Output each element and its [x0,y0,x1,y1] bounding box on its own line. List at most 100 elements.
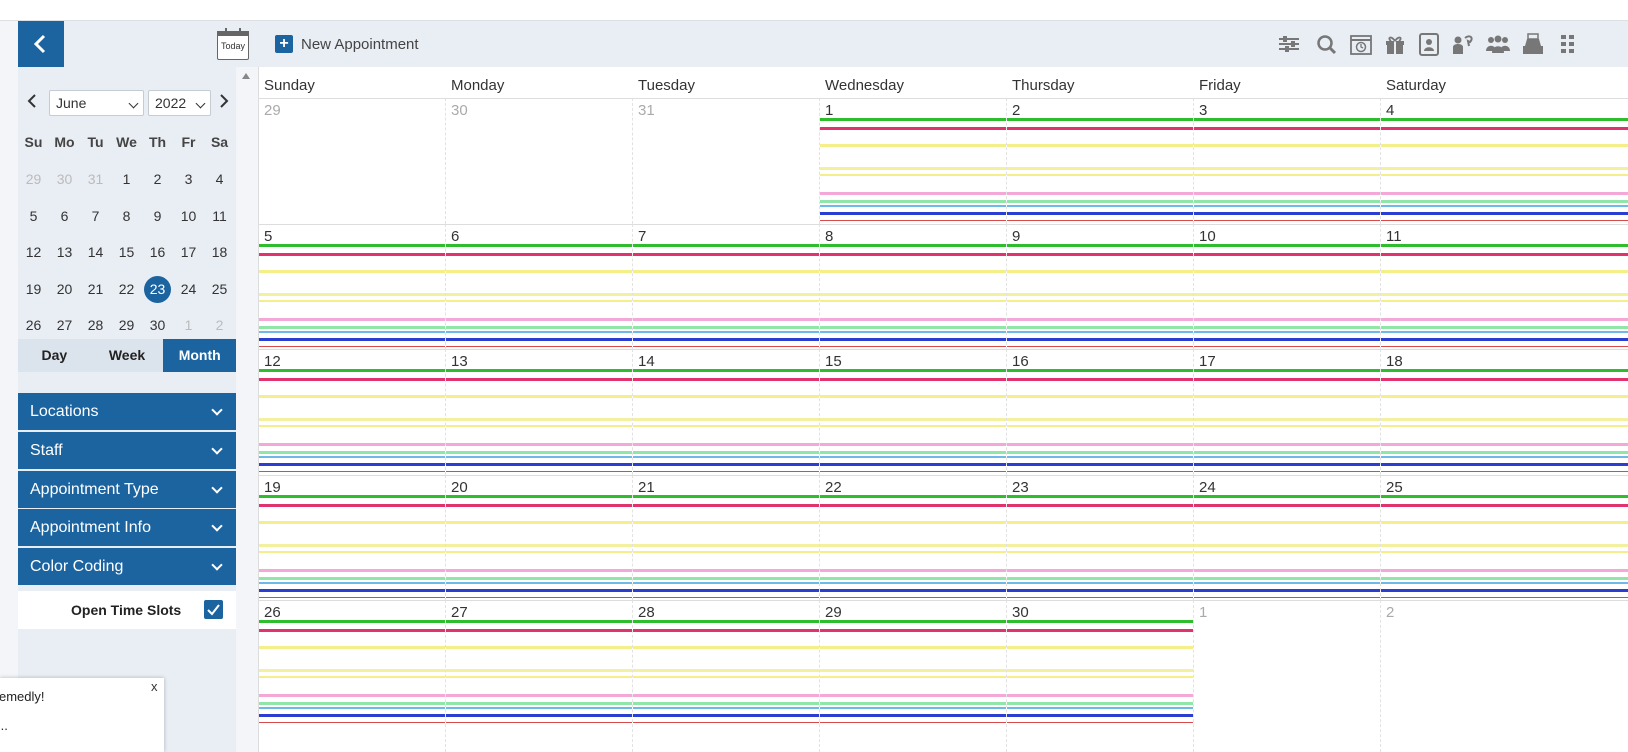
appointment-bar[interactable] [820,676,1006,678]
appointment-bar[interactable] [633,521,819,524]
mini-calendar-day[interactable]: 2 [142,165,173,193]
appointment-bar[interactable] [1194,451,1380,454]
appointment-bar[interactable] [1194,597,1380,598]
appointment-bar[interactable] [633,722,819,723]
calendar-day-cell[interactable]: 29 [820,600,1007,752]
appointment-bar[interactable] [1381,326,1628,329]
appointment-bar[interactable] [1194,521,1380,524]
appointment-bar[interactable] [633,669,819,672]
appointment-bar[interactable] [259,582,445,584]
appointment-bar[interactable] [820,463,1006,466]
appointment-bar[interactable] [259,714,445,717]
mini-calendar-day[interactable]: 6 [49,202,80,230]
mini-calendar-day[interactable]: 10 [173,202,204,230]
appointment-bar[interactable] [820,495,1006,498]
appointment-bar[interactable] [1007,346,1193,347]
appointment-bar[interactable] [633,676,819,678]
appointment-bar[interactable] [259,676,445,678]
calendar-day-cell[interactable]: 3 [1194,98,1381,224]
appointment-bar[interactable] [820,521,1006,524]
appointment-bar[interactable] [259,253,445,256]
appointment-bar[interactable] [633,338,819,341]
appointment-bar[interactable] [1007,212,1193,215]
tab-week[interactable]: Week [91,339,164,372]
appointment-bar[interactable] [1007,326,1193,329]
appointment-bar[interactable] [820,369,1006,372]
year-select[interactable]: 2022 [148,90,211,116]
calendar-day-cell[interactable]: 1 [1194,600,1381,752]
appointment-bar[interactable] [820,174,1006,176]
appointment-bar[interactable] [1007,620,1193,623]
appointment-bar[interactable] [633,471,819,472]
filter-appointment-type[interactable]: Appointment Type [18,471,236,508]
search-icon[interactable] [1314,32,1340,56]
appointment-bar[interactable] [820,629,1006,632]
appointment-bar[interactable] [1381,544,1628,547]
appointment-bar[interactable] [446,253,632,256]
appointment-bar[interactable] [259,471,445,472]
appointment-bar[interactable] [1007,629,1193,632]
appointment-bar[interactable] [446,694,632,697]
prev-month-button[interactable] [24,91,40,111]
appointment-bar[interactable] [820,318,1006,321]
appointment-bar[interactable] [1007,676,1193,678]
appointment-bar[interactable] [1007,669,1193,672]
appointment-bar[interactable] [259,521,445,524]
appointment-bar[interactable] [1194,569,1380,572]
appointment-bar[interactable] [820,456,1006,458]
appointment-bar[interactable] [1194,456,1380,458]
appointment-bar[interactable] [1194,331,1380,333]
appointment-bar[interactable] [820,205,1006,207]
appointment-bar[interactable] [820,702,1006,705]
appointment-bar[interactable] [633,395,819,398]
appointment-bar[interactable] [633,463,819,466]
appointment-bar[interactable] [633,253,819,256]
appointment-bar[interactable] [1007,253,1193,256]
appointment-bar[interactable] [446,331,632,333]
appointment-bar[interactable] [259,722,445,723]
calendar-day-cell[interactable]: 27 [446,600,633,752]
appointment-bar[interactable] [1381,174,1628,176]
appointment-bar[interactable] [1381,463,1628,466]
mini-calendar-day[interactable]: 2 [204,311,235,339]
mini-calendar-day[interactable]: 29 [111,311,142,339]
appointment-bar[interactable] [1381,471,1628,472]
gift-icon[interactable] [1382,32,1408,56]
appointment-bar[interactable] [259,504,445,507]
appointment-bar[interactable] [259,463,445,466]
month-select[interactable]: June [49,90,144,116]
appointment-bar[interactable] [1007,451,1193,454]
appointment-bar[interactable] [633,456,819,458]
appointment-bar[interactable] [446,702,632,705]
appointment-bar[interactable] [820,293,1006,296]
grid-menu-icon[interactable] [1554,32,1574,56]
appointment-bar[interactable] [1381,300,1628,302]
appointment-bar[interactable] [446,443,632,446]
mini-calendar-day[interactable]: 14 [80,238,111,266]
calendar-day-cell[interactable]: 4 [1381,98,1628,224]
mini-calendar-day[interactable]: 12 [18,238,49,266]
filter-staff[interactable]: Staff [18,432,236,469]
appointment-bar[interactable] [820,300,1006,302]
appointment-bar[interactable] [446,425,632,427]
appointment-bar[interactable] [1381,495,1628,498]
appointment-bar[interactable] [259,293,445,296]
mini-calendar-day[interactable]: 3 [173,165,204,193]
appointment-bar[interactable] [820,253,1006,256]
calendar-day-cell[interactable]: 9 [1007,224,1194,350]
appointment-bar[interactable] [446,300,632,302]
appointment-bar[interactable] [633,443,819,446]
calendar-day-cell[interactable]: 2 [1007,98,1194,224]
appointment-bar[interactable] [446,293,632,296]
appointment-bar[interactable] [1381,293,1628,296]
appointment-bar[interactable] [1194,205,1380,207]
appointment-bar[interactable] [446,346,632,347]
appointment-bar[interactable] [259,495,445,498]
appointment-bar[interactable] [259,456,445,458]
appointment-bar[interactable] [259,326,445,329]
calendar-day-cell[interactable]: 28 [633,600,820,752]
appointment-bar[interactable] [1381,244,1628,247]
appointment-bar[interactable] [1007,244,1193,247]
appointment-bar[interactable] [1381,127,1628,130]
mini-calendar-day[interactable]: 1 [111,165,142,193]
